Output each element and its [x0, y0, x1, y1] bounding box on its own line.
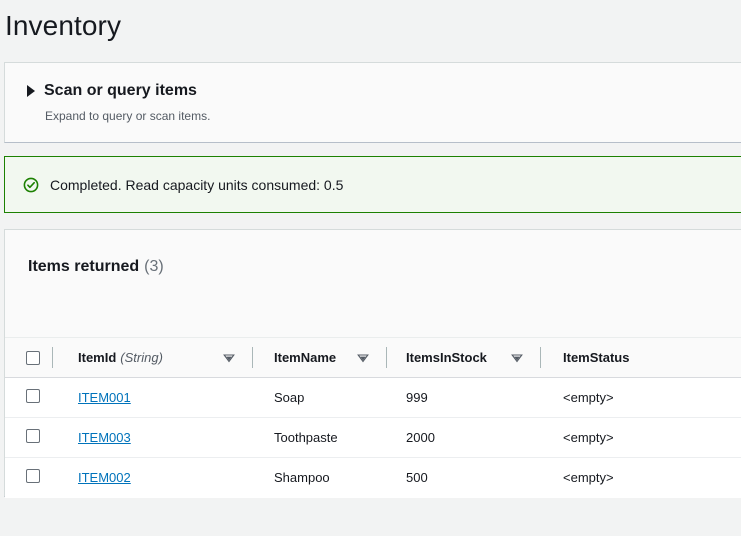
item-id-link[interactable]: ITEM003: [78, 430, 131, 445]
cell-item-status: <empty>: [541, 458, 741, 498]
table-row[interactable]: ITEM002 Shampoo 500 <empty>: [5, 458, 741, 498]
sort-descending-icon[interactable]: [357, 352, 369, 364]
items-returned-header: Items returned (3): [5, 230, 741, 337]
column-header-item-status[interactable]: ItemStatus: [541, 338, 741, 378]
select-all-checkbox[interactable]: [26, 351, 40, 365]
cell-item-id: ITEM002: [53, 458, 253, 498]
items-table: ItemId (String) ItemName: [5, 337, 741, 498]
cell-item-id: ITEM001: [53, 378, 253, 418]
column-header-select: [5, 338, 53, 378]
success-flash-message: Completed. Read capacity units consumed:…: [50, 175, 343, 195]
column-header-item-name[interactable]: ItemName: [253, 338, 387, 378]
items-in-stock-value: 2000: [387, 430, 541, 445]
item-status-value: <empty>: [541, 470, 741, 485]
scan-or-query-header[interactable]: Scan or query items: [5, 81, 741, 101]
row-select-cell: [5, 418, 53, 458]
items-returned-count: (3): [144, 258, 164, 275]
cell-item-status: <empty>: [541, 378, 741, 418]
row-select-cell: [5, 458, 53, 498]
row-checkbox[interactable]: [26, 389, 40, 403]
items-table-head: ItemId (String) ItemName: [5, 338, 741, 378]
cell-item-status: <empty>: [541, 418, 741, 458]
items-returned-title: Items returned: [28, 258, 139, 275]
status-success-icon: [23, 177, 39, 193]
sort-descending-icon[interactable]: [511, 352, 523, 364]
sort-descending-icon[interactable]: [223, 352, 235, 364]
table-row[interactable]: ITEM003 Toothpaste 2000 <empty>: [5, 418, 741, 458]
item-name-value: Soap: [253, 390, 387, 405]
item-id-link[interactable]: ITEM001: [78, 390, 131, 405]
column-header-items-in-stock[interactable]: ItemsInStock: [387, 338, 541, 378]
scan-or-query-title: Scan or query items: [44, 81, 197, 101]
item-name-value: Shampoo: [253, 470, 387, 485]
cell-items-in-stock: 500: [387, 458, 541, 498]
column-label-item-id: ItemId: [78, 350, 116, 365]
cell-items-in-stock: 2000: [387, 418, 541, 458]
scan-or-query-description: Expand to query or scan items.: [5, 108, 741, 124]
item-status-value: <empty>: [541, 430, 741, 445]
cell-item-name: Toothpaste: [253, 418, 387, 458]
scan-or-query-section[interactable]: Scan or query items Expand to query or s…: [4, 62, 741, 143]
items-in-stock-value: 999: [387, 390, 541, 405]
item-status-value: <empty>: [541, 390, 741, 405]
cell-item-id: ITEM003: [53, 418, 253, 458]
page-title: Inventory: [4, 8, 741, 44]
items-in-stock-value: 500: [387, 470, 541, 485]
column-type-item-id: (String): [120, 350, 163, 365]
column-label-item-status: ItemStatus: [563, 350, 629, 365]
row-select-cell: [5, 378, 53, 418]
cell-item-name: Soap: [253, 378, 387, 418]
column-label-item-name: ItemName: [274, 350, 336, 365]
row-checkbox[interactable]: [26, 429, 40, 443]
table-row[interactable]: ITEM001 Soap 999 <empty>: [5, 378, 741, 418]
page-header: Inventory: [0, 0, 741, 62]
cell-item-name: Shampoo: [253, 458, 387, 498]
success-flash-banner: Completed. Read capacity units consumed:…: [4, 156, 741, 213]
table-header-row: ItemId (String) ItemName: [5, 338, 741, 378]
item-id-link[interactable]: ITEM002: [78, 470, 131, 485]
cell-items-in-stock: 999: [387, 378, 541, 418]
item-name-value: Toothpaste: [253, 430, 387, 445]
caret-right-icon[interactable]: [24, 84, 38, 98]
items-returned-panel: Items returned (3) ItemId (String): [4, 229, 741, 497]
column-header-item-id[interactable]: ItemId (String): [53, 338, 253, 378]
column-label-items-in-stock: ItemsInStock: [406, 350, 487, 365]
items-table-body: ITEM001 Soap 999 <empty> ITEM003: [5, 378, 741, 498]
row-checkbox[interactable]: [26, 469, 40, 483]
